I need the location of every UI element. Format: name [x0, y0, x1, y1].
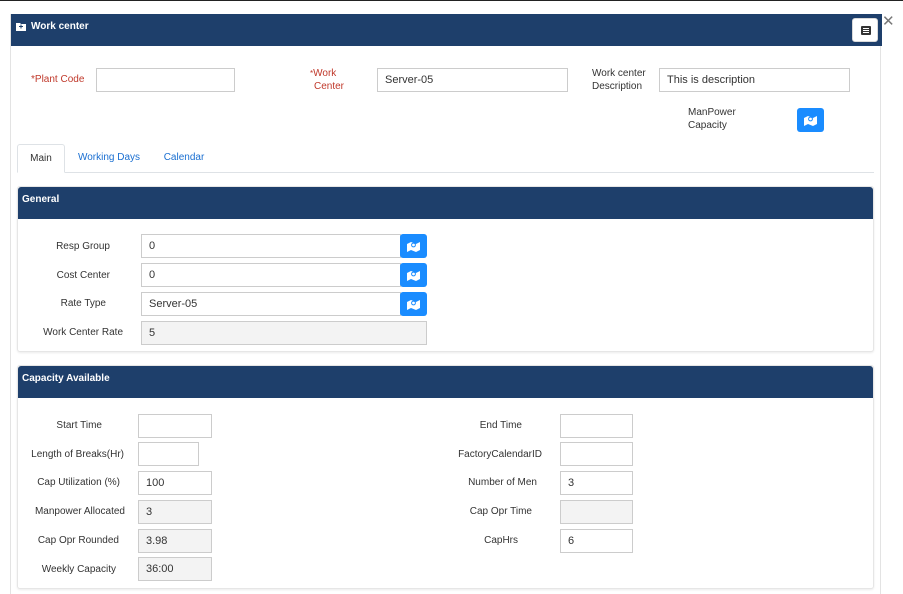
weekly-capacity-input: 36:00 — [138, 557, 212, 581]
end-time-input[interactable] — [560, 414, 633, 438]
cost-center-label: Cost Center — [56, 270, 110, 281]
plant-code-label: *Plant Code — [31, 74, 85, 85]
manpower-allocated-input: 3 — [138, 500, 212, 524]
tab-main[interactable]: Main — [17, 144, 65, 173]
length-of-breaks-input[interactable] — [138, 442, 199, 466]
start-time-label: Start Time — [56, 420, 102, 431]
manpower-allocated-label: Manpower Allocated — [34, 506, 125, 517]
weekly-capacity-label: Weekly Capacity — [41, 564, 116, 575]
cost-center-input[interactable]: 0 — [141, 263, 401, 287]
number-of-men-label: Number of Men — [468, 477, 537, 488]
cap-hrs-label: CapHrs — [484, 535, 518, 546]
menu-button[interactable] — [852, 18, 878, 42]
map-marker-icon — [407, 271, 420, 281]
tab-bar: Main Working Days Calendar — [17, 144, 874, 173]
cap-utilization-label: Cap Utilization (%) — [37, 477, 120, 488]
cap-hrs-input[interactable]: 6 — [560, 529, 633, 553]
resp-group-picker-button[interactable] — [400, 234, 427, 258]
cap-utilization-input[interactable]: 100 — [138, 471, 212, 495]
capacity-panel-title: Capacity Available — [18, 366, 873, 398]
cap-opr-rounded-label: Cap Opr Rounded — [37, 535, 119, 546]
cap-opr-rounded-input: 3.98 — [138, 529, 212, 553]
cost-center-picker-button[interactable] — [400, 263, 427, 287]
resp-group-label: Resp Group — [56, 241, 110, 252]
description-label: Work center Description — [592, 68, 646, 92]
start-time-input[interactable] — [138, 414, 212, 438]
map-marker-icon — [407, 242, 420, 252]
tab-working-days[interactable]: Working Days — [73, 144, 145, 173]
map-marker-icon — [407, 300, 420, 310]
factory-calendar-id-input[interactable] — [560, 442, 633, 466]
number-of-men-input[interactable]: 3 — [560, 471, 633, 495]
manpower-capacity-button[interactable] — [797, 108, 824, 132]
rate-type-picker-button[interactable] — [400, 292, 427, 316]
work-center-rate-label: Work Center Rate — [43, 327, 123, 338]
work-center-input[interactable]: Server-05 — [377, 68, 568, 92]
list-icon — [861, 26, 871, 35]
general-panel-title: General — [18, 187, 873, 219]
length-of-breaks-label: Length of Breaks(Hr) — [31, 449, 124, 460]
map-marker-icon — [804, 116, 817, 126]
window-title: Work center — [31, 21, 89, 32]
top-border — [0, 0, 903, 1]
rate-type-input[interactable]: Server-05 — [141, 292, 401, 316]
cap-opr-time-label: Cap Opr Time — [469, 506, 532, 517]
close-icon[interactable]: ✕ — [882, 14, 895, 29]
manpower-capacity-label: ManPower Capacity — [688, 107, 736, 131]
tab-calendar[interactable]: Calendar — [158, 144, 210, 173]
factory-calendar-id-label: FactoryCalendarID — [458, 449, 542, 460]
plant-code-input[interactable] — [96, 68, 235, 92]
work-center-rate-input: 5 — [141, 321, 427, 345]
cap-opr-time-input — [560, 500, 633, 524]
resp-group-input[interactable]: 0 — [141, 234, 401, 258]
description-input[interactable]: This is description — [659, 68, 850, 92]
work-center-label: *Work Center — [310, 68, 345, 92]
end-time-label: End Time — [479, 420, 522, 431]
rate-type-label: Rate Type — [60, 298, 106, 309]
window-titlebar: Work center — [11, 14, 882, 46]
folder-icon — [16, 23, 26, 31]
